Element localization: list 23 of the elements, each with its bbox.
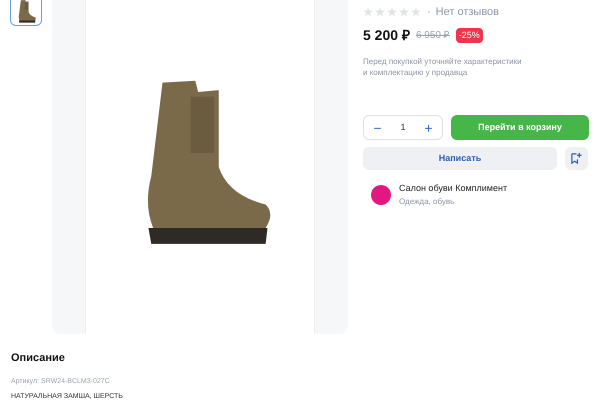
star-icon xyxy=(411,7,421,17)
seller-category: Одежда, обувь xyxy=(399,196,456,208)
product-thumbnail[interactable] xyxy=(10,0,42,26)
write-button[interactable]: Написать xyxy=(363,147,557,170)
quantity-stepper[interactable]: − 1 + xyxy=(363,115,443,140)
seller-avatar xyxy=(371,184,391,205)
description-title: Описание xyxy=(11,351,66,366)
seller-name[interactable]: Салон обуви Комплимент xyxy=(399,182,508,196)
increase-button[interactable]: + xyxy=(424,120,433,134)
decrease-button[interactable]: − xyxy=(373,120,382,134)
old-price: 6 950 ₽ xyxy=(416,29,450,43)
seller-note: Перед покупкой уточняйте характеристики и комплектацию у продавца xyxy=(363,56,523,78)
star-icon xyxy=(399,7,409,17)
star-icon xyxy=(387,7,397,17)
price: 5 200 ₽ xyxy=(363,26,410,45)
separator-dot: · xyxy=(427,4,431,20)
reviews-count: Нет отзывов xyxy=(436,4,500,20)
bookmark-plus-icon xyxy=(570,152,583,165)
star-icon xyxy=(363,7,373,17)
star-icon xyxy=(375,7,385,17)
bookmark-button[interactable] xyxy=(565,147,588,170)
discount-badge: -25% xyxy=(456,28,483,44)
quantity-value: 1 xyxy=(400,120,406,134)
